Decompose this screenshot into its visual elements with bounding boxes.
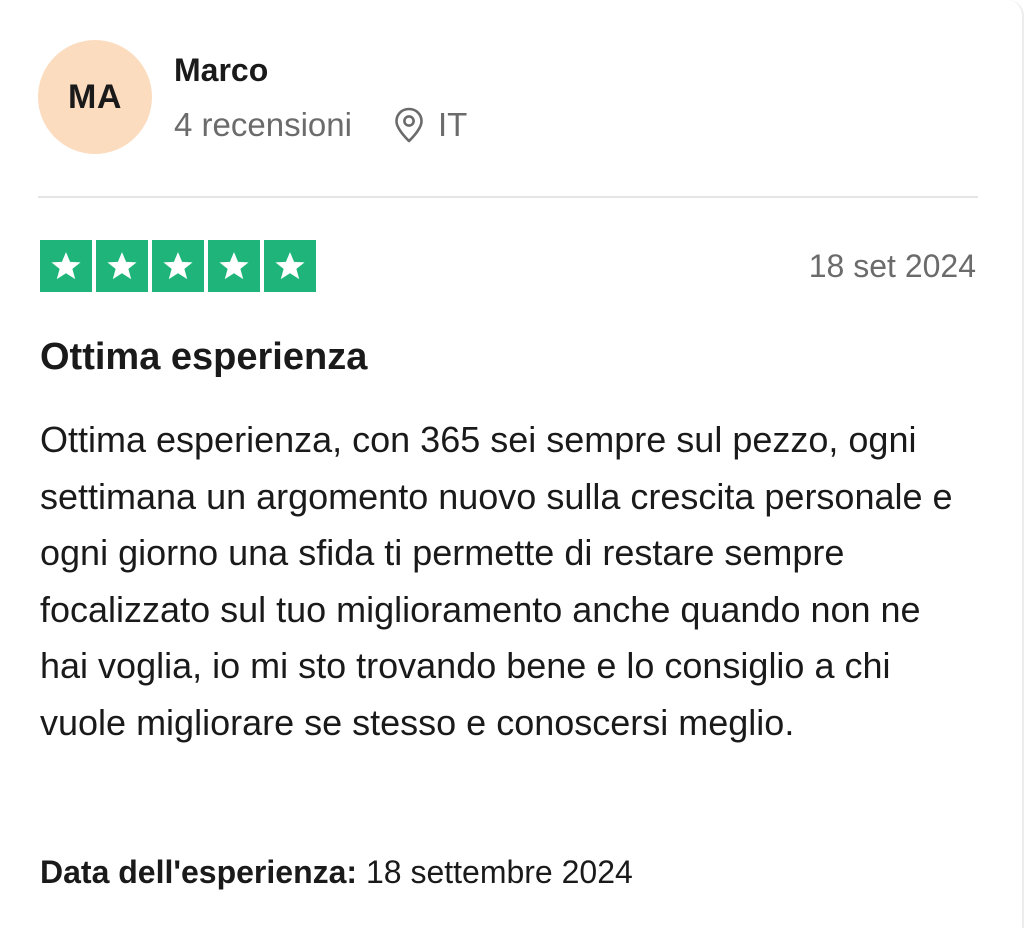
star-rating	[40, 240, 316, 292]
experience-label: Data dell'esperienza:	[40, 854, 358, 890]
review-card: MA Marco 4 recensioni IT 18 set 2024 Ott…	[0, 0, 1024, 928]
review-title[interactable]: Ottima esperienza	[40, 336, 367, 379]
review-body: Ottima esperienza, con 365 sei sempre su…	[40, 419, 953, 743]
star-2	[96, 240, 148, 292]
star-3	[152, 240, 204, 292]
star-1	[40, 240, 92, 292]
avatar[interactable]: MA	[38, 40, 152, 154]
location-pin-icon	[395, 107, 423, 143]
experience-date-value: 18 settembre 2024	[365, 854, 633, 890]
star-icon	[51, 252, 81, 280]
star-icon	[163, 252, 193, 280]
reviewer-meta: 4 recensioni IT	[174, 106, 467, 144]
experience-date: Data dell'esperienza: 18 settembre 2024	[40, 854, 633, 891]
rating-row: 18 set 2024	[40, 240, 976, 292]
star-4	[208, 240, 260, 292]
star-icon	[275, 252, 305, 280]
reviewer-location: IT	[394, 106, 467, 144]
review-date: 18 set 2024	[808, 247, 976, 284]
star-icon	[219, 252, 249, 280]
star-icon	[107, 252, 137, 280]
star-5	[264, 240, 316, 292]
country-code: IT	[437, 106, 468, 143]
divider	[38, 196, 978, 198]
reviews-count: 4 recensioni	[174, 106, 352, 143]
reviewer-header: MA Marco 4 recensioni IT	[38, 40, 978, 156]
reviewer-name[interactable]: Marco	[174, 52, 268, 89]
